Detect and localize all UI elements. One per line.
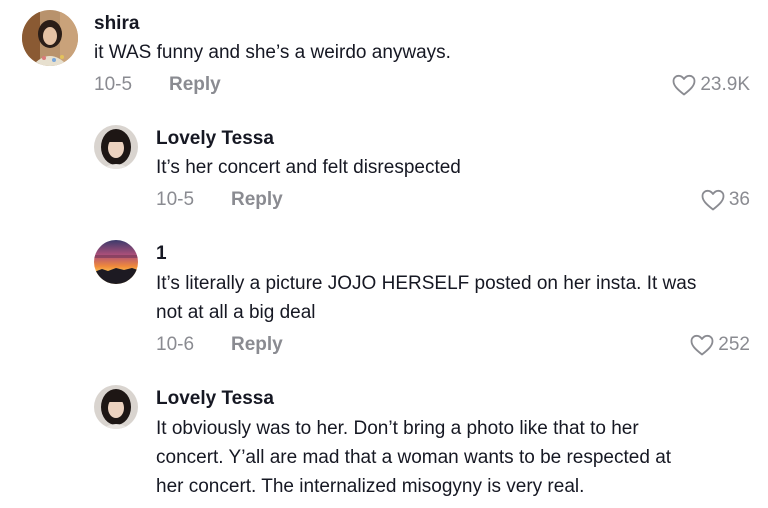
comment-item: 1 It’s literally a picture JOJO HERSELF … <box>0 230 768 370</box>
heart-outline-icon <box>690 334 714 356</box>
comment-text: not at all a big deal <box>156 302 316 323</box>
like-button[interactable]: 252 <box>690 334 750 356</box>
like-count: 23.9K <box>700 74 750 95</box>
like-button[interactable]: 23.9K <box>672 74 750 96</box>
like-button[interactable]: 36 <box>701 189 750 211</box>
avatar[interactable] <box>94 240 138 284</box>
heart-outline-icon <box>701 189 725 211</box>
comment-date: 10-5 <box>94 74 133 95</box>
avatar[interactable] <box>94 125 138 169</box>
comment-username[interactable]: Lovely Tessa <box>156 128 274 150</box>
comment-item: Lovely Tessa It obviously was to her. Do… <box>0 375 768 508</box>
comment-date: 10-6 <box>156 334 195 355</box>
comment-text: concert. Y’all are mad that a woman want… <box>156 447 672 468</box>
comment-item: shira it WAS funny and she’s a weirdo an… <box>0 0 768 110</box>
comment-text: It’s her concert and felt disrespected <box>156 157 461 178</box>
like-count: 252 <box>718 334 750 355</box>
comment-text: It obviously was to her. Don’t bring a p… <box>156 418 639 439</box>
comment-username[interactable]: Lovely Tessa <box>156 388 274 410</box>
comment-username[interactable]: shira <box>94 13 139 35</box>
comment-text: It’s literally a picture JOJO HERSELF po… <box>156 273 697 294</box>
reply-button[interactable]: Reply <box>231 189 283 211</box>
reply-button[interactable]: Reply <box>231 334 283 356</box>
comment-username[interactable]: 1 <box>156 243 167 265</box>
avatar[interactable] <box>22 10 78 66</box>
comment-text: her concert. The internalized misogyny i… <box>156 476 585 497</box>
avatar[interactable] <box>94 385 138 429</box>
heart-outline-icon <box>672 74 696 96</box>
like-count: 36 <box>728 189 750 210</box>
comment-item: Lovely Tessa It’s her concert and felt d… <box>0 115 768 225</box>
comment-text: it WAS funny and she’s a weirdo anyways. <box>94 42 451 63</box>
reply-button[interactable]: Reply <box>169 74 221 96</box>
comment-date: 10-5 <box>156 189 195 210</box>
